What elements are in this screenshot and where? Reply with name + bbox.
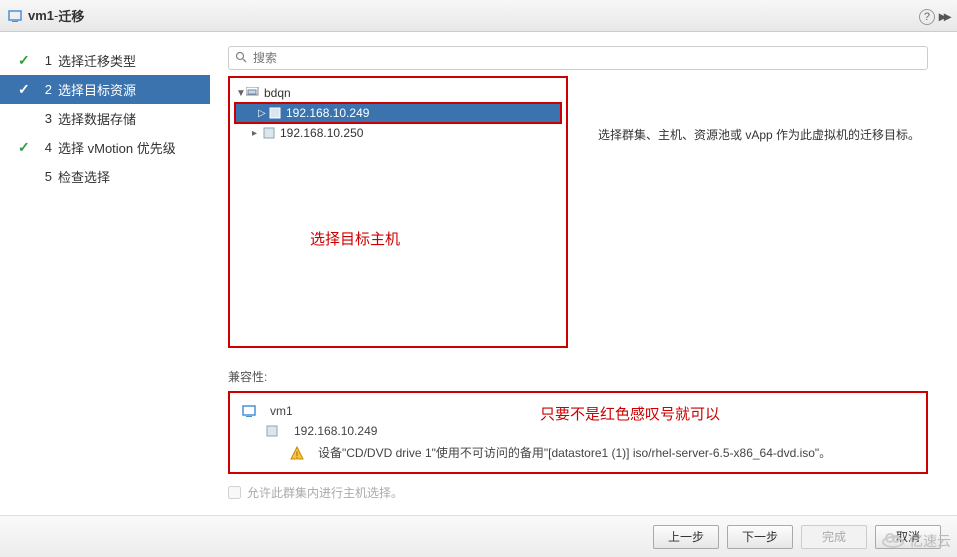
window-title-vm: vm1 bbox=[28, 8, 54, 23]
tree-host-selected[interactable]: ▷ 192.168.10.249 bbox=[234, 102, 562, 124]
compat-host-row: 192.168.10.249 bbox=[242, 421, 914, 441]
expand-icon[interactable]: ▸ bbox=[252, 128, 262, 139]
resource-tree: ▼ bdqn ▷ 192.168.10.249 ▸ bbox=[228, 76, 568, 348]
svg-text:!: ! bbox=[296, 450, 299, 460]
step-target-resource[interactable]: ✓ 2 选择目标资源 bbox=[0, 75, 210, 104]
search-input[interactable] bbox=[253, 51, 921, 65]
tree-caption-annotation: 选择目标主机 bbox=[310, 228, 400, 249]
compatibility-box: 只要不是红色感叹号就可以 vm1 192.168.10.249 ! 设备"CD/… bbox=[228, 391, 928, 474]
vm-icon bbox=[242, 404, 260, 418]
host-icon bbox=[266, 424, 284, 438]
compatibility-label: 兼容性: bbox=[228, 368, 939, 385]
help-icon[interactable]: ? bbox=[919, 9, 935, 25]
allow-host-selection-row: 允许此群集内进行主机选择。 bbox=[228, 484, 939, 501]
window-title-action: 迁移 bbox=[58, 6, 84, 25]
search-bar[interactable] bbox=[228, 46, 928, 70]
step-label: 检查选择 bbox=[58, 167, 110, 186]
cloud-icon bbox=[881, 532, 905, 551]
step-label: 选择数据存储 bbox=[58, 109, 136, 128]
datacenter-icon bbox=[246, 87, 260, 99]
expand-icon[interactable]: ▷ bbox=[258, 108, 268, 119]
compat-warning-row: ! 设备"CD/DVD drive 1"使用不可访问的备用"[datastore… bbox=[242, 441, 914, 464]
tree-host[interactable]: ▸ 192.168.10.250 bbox=[230, 124, 566, 142]
collapse-icon[interactable]: ▼ bbox=[236, 88, 246, 99]
footer: 上一步 下一步 完成 取消 bbox=[0, 515, 957, 557]
step-migration-type[interactable]: ✓ 1 选择迁移类型 bbox=[0, 46, 210, 75]
check-icon: ✓ bbox=[18, 139, 32, 156]
wizard-steps: ✓ 1 选择迁移类型 ✓ 2 选择目标资源 ✓ 3 选择数据存储 ✓ 4 选择 … bbox=[0, 32, 210, 515]
watermark: 亿速云 bbox=[881, 531, 951, 551]
instruction-text: 选择群集、主机、资源池或 vApp 作为此虚拟机的迁移目标。 bbox=[598, 76, 920, 348]
finish-button: 完成 bbox=[801, 525, 867, 549]
compatibility-annotation: 只要不是红色感叹号就可以 bbox=[540, 403, 720, 424]
host-icon bbox=[268, 107, 282, 119]
tree-root[interactable]: ▼ bdqn bbox=[230, 84, 566, 102]
expand-icon[interactable]: ▸▸ bbox=[939, 8, 949, 25]
content-area: ▼ bdqn ▷ 192.168.10.249 ▸ bbox=[210, 32, 957, 515]
step-label: 选择迁移类型 bbox=[58, 51, 136, 70]
step-label: 选择目标资源 bbox=[58, 80, 136, 99]
titlebar: vm1 - 迁移 ? ▸▸ bbox=[0, 0, 957, 32]
step-label: 选择 vMotion 优先级 bbox=[58, 138, 176, 157]
check-icon: ✓ bbox=[18, 81, 32, 98]
step-vmotion-priority[interactable]: ✓ 4 选择 vMotion 优先级 bbox=[0, 133, 210, 162]
warning-icon: ! bbox=[290, 446, 308, 460]
back-button[interactable]: 上一步 bbox=[653, 525, 719, 549]
host-icon bbox=[262, 127, 276, 139]
allow-host-checkbox bbox=[228, 486, 241, 499]
search-icon bbox=[235, 51, 247, 66]
step-review[interactable]: ✓ 5 检查选择 bbox=[0, 162, 210, 191]
step-datastore[interactable]: ✓ 3 选择数据存储 bbox=[0, 104, 210, 133]
vm-icon bbox=[8, 9, 22, 23]
next-button[interactable]: 下一步 bbox=[727, 525, 793, 549]
check-icon: ✓ bbox=[18, 52, 32, 69]
